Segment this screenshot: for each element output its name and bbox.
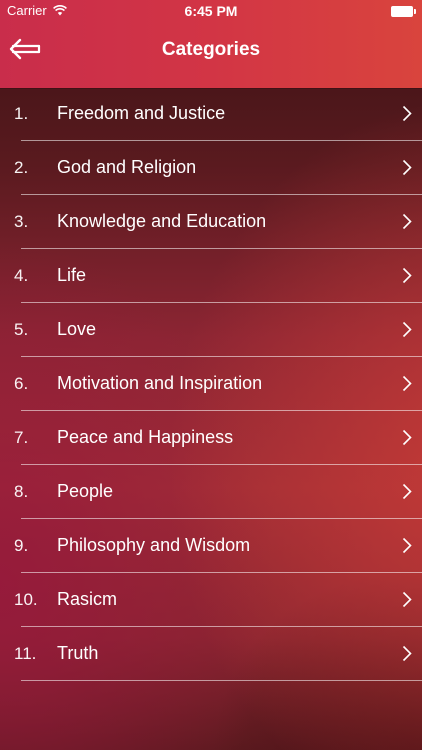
category-list: 1. Freedom and Justice 2. God and Religi… [0, 87, 422, 681]
chevron-right-icon [402, 537, 412, 554]
chevron-right-icon [402, 267, 412, 284]
battery-icon [391, 6, 416, 17]
list-item[interactable]: 4. Life [14, 249, 422, 303]
list-item[interactable]: 11. Truth [14, 627, 422, 681]
list-item[interactable]: 1. Freedom and Justice [14, 87, 422, 141]
status-bar: Carrier 6:45 PM [0, 0, 422, 22]
item-label: Life [57, 265, 87, 285]
chevron-right-icon [402, 591, 412, 608]
chevron-right-icon [402, 321, 412, 338]
chevron-right-icon [402, 645, 412, 662]
item-number: 5. [14, 320, 29, 339]
status-time: 6:45 PM [184, 3, 238, 19]
chevron-right-icon [402, 429, 412, 446]
item-number: 4. [14, 266, 29, 285]
list-item[interactable]: 6. Motivation and Inspiration [14, 357, 422, 411]
navigation-bar: Carrier 6:45 PM Categories [0, 0, 422, 88]
item-label: God and Religion [57, 157, 197, 177]
item-label: Motivation and Inspiration [57, 373, 263, 393]
list-item[interactable]: 7. Peace and Happiness [14, 411, 422, 465]
chevron-right-icon [402, 105, 412, 122]
chevron-right-icon [402, 483, 412, 500]
item-number: 2. [14, 158, 29, 177]
page-title: Categories [161, 39, 261, 60]
chevron-right-icon [402, 213, 412, 230]
item-number: 3. [14, 212, 29, 231]
list-item[interactable]: 5. Love [14, 303, 422, 357]
item-number: 7. [14, 428, 29, 447]
item-label: Rasicm [57, 589, 118, 609]
item-label: Truth [57, 643, 99, 663]
list-item[interactable]: 2. God and Religion [14, 141, 422, 195]
list-item[interactable]: 3. Knowledge and Education [14, 195, 422, 249]
list-item[interactable]: 8. People [14, 465, 422, 519]
chevron-right-icon [402, 159, 412, 176]
list-item[interactable]: 10. Rasicm [14, 573, 422, 627]
item-number: 6. [14, 374, 29, 393]
item-number: 9. [14, 536, 29, 555]
item-label: Peace and Happiness [57, 427, 234, 447]
item-number: 10. [14, 590, 38, 609]
item-label: Philosophy and Wisdom [57, 535, 251, 555]
item-number: 8. [14, 482, 29, 501]
list-item[interactable]: 9. Philosophy and Wisdom [14, 519, 422, 573]
item-label: Freedom and Justice [57, 103, 226, 123]
item-number: 1. [14, 104, 29, 123]
item-label: Love [57, 319, 97, 339]
chevron-right-icon [402, 375, 412, 392]
item-label: People [57, 481, 114, 501]
item-number: 11. [14, 644, 37, 663]
item-label: Knowledge and Education [57, 211, 267, 231]
